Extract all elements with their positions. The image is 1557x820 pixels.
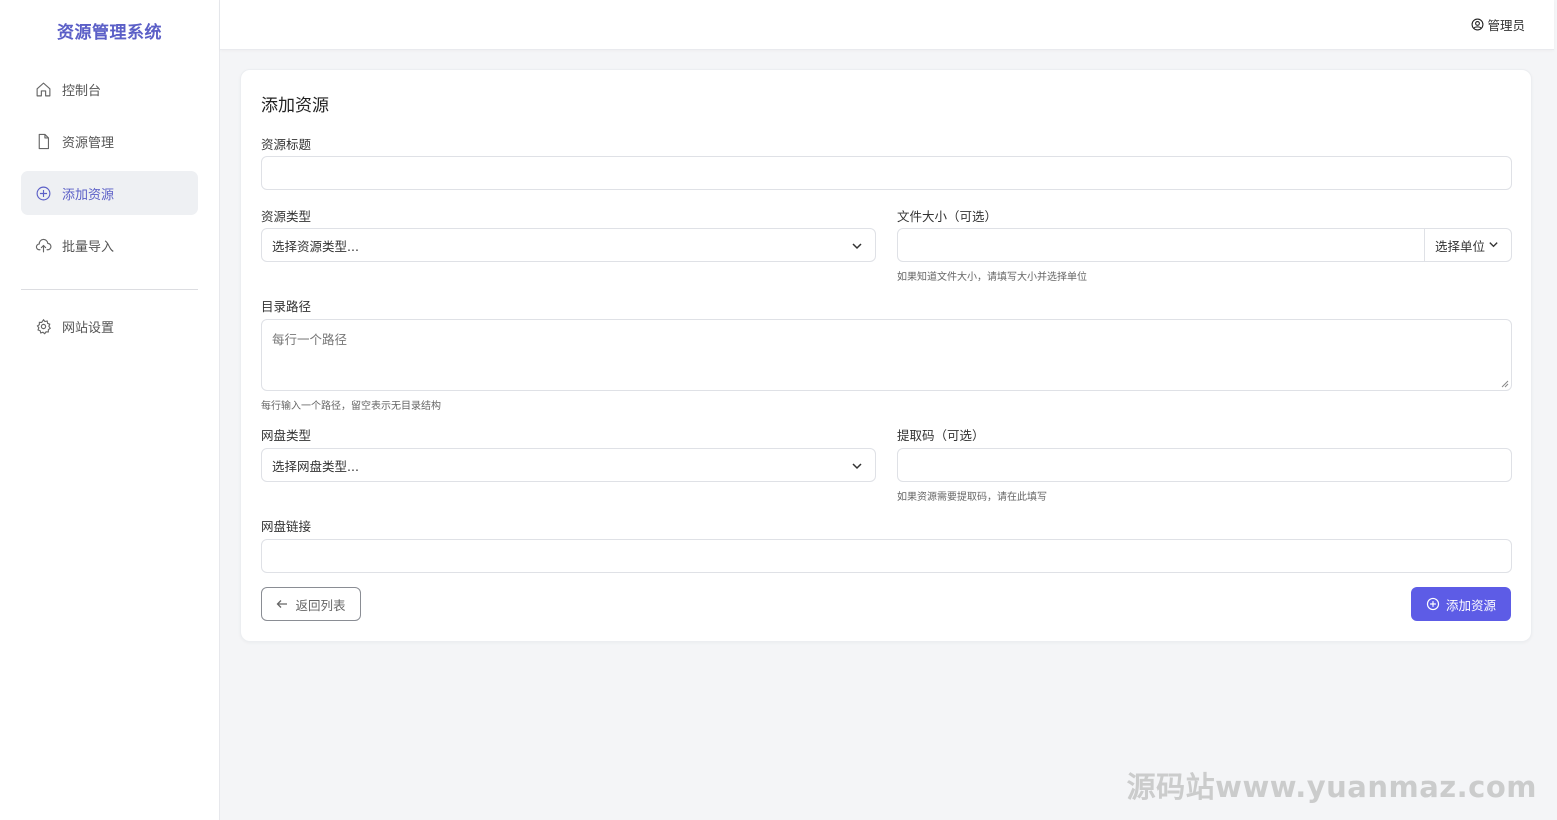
resource-type-select[interactable]: 选择资源类型... [261,228,876,262]
sidebar-item-label: 网站设置 [62,320,115,336]
directory-path-label: 目录路径 [261,299,312,314]
disk-link-input[interactable] [261,539,1512,573]
sidebar-item-dashboard[interactable]: 控制台 [21,67,198,111]
add-button-label: 添加资源 [1445,597,1496,613]
back-button-label: 返回列表 [295,597,346,613]
resource-title-input[interactable] [261,156,1512,190]
sidebar: 资源管理系统 控制台 资源管理 添加资源 批量导入 网站设置 [0,0,220,820]
sidebar-item-batch-import[interactable]: 批量导入 [21,223,198,267]
extract-code-label: 提取码（可选） [897,428,985,443]
disk-link-label: 网盘链接 [261,519,312,534]
sidebar-item-label: 控制台 [62,83,102,99]
home-icon [34,80,52,98]
directory-path-textarea[interactable]: 每行一个路径 [261,319,1512,391]
sidebar-item-resource-management[interactable]: 资源管理 [21,119,198,163]
chevron-down-icon [852,243,862,250]
sidebar-item-label: 资源管理 [62,135,115,151]
sidebar-item-label: 批量导入 [62,239,115,255]
extract-code-help: 如果资源需要提取码，请在此填写 [897,492,1047,503]
arrow-left-icon [277,600,288,608]
disk-type-select[interactable]: 选择网盘类型... [261,448,876,482]
page-title: 添加资源 [261,96,329,116]
app-title: 资源管理系统 [57,22,162,43]
gear-icon [34,317,52,335]
add-resource-button[interactable]: 添加资源 [1411,587,1511,621]
sidebar-item-label: 添加资源 [62,187,115,203]
watermark: 源码站www.yuanmaz.com [1126,770,1537,804]
cloud-upload-icon [34,236,52,254]
chevron-down-icon [852,463,862,470]
file-size-help: 如果知道文件大小，请填写大小并选择单位 [897,272,1087,283]
top-bar: 管理员 [220,0,1554,50]
sidebar-nav: 控制台 资源管理 添加资源 批量导入 网站设置 [0,67,219,348]
add-resource-card: 添加资源 资源标题 资源类型 选择资源类型... 文件大小（可选） 选择单位 如… [240,69,1532,642]
user-name: 管理员 [1487,18,1525,33]
directory-path-help: 每行输入一个路径，留空表示无目录结构 [261,401,441,412]
sidebar-item-site-settings[interactable]: 网站设置 [21,304,198,348]
file-size-group: 选择单位 [897,228,1512,262]
file-icon [34,132,52,150]
disk-type-value: 选择网盘类型... [272,458,359,474]
resize-handle-icon[interactable] [1501,380,1509,388]
file-size-unit-select[interactable]: 选择单位 [1424,229,1511,261]
plus-circle-icon [34,184,52,202]
resource-type-label: 资源类型 [261,209,312,224]
resource-title-label: 资源标题 [261,137,312,152]
sidebar-divider [21,289,198,290]
back-to-list-button[interactable]: 返回列表 [261,587,361,621]
chevron-down-icon [1489,242,1498,248]
directory-path-placeholder: 每行一个路径 [272,332,348,347]
user-circle-icon [1472,18,1484,31]
plus-circle-icon [1426,597,1440,611]
file-size-label: 文件大小（可选） [897,209,998,224]
disk-type-label: 网盘类型 [261,428,312,443]
sidebar-item-add-resource[interactable]: 添加资源 [21,171,198,215]
resource-type-value: 选择资源类型... [272,238,359,254]
user-menu[interactable]: 管理员 [1471,15,1525,34]
file-size-unit-value: 选择单位 [1435,238,1486,254]
extract-code-input[interactable] [897,448,1512,482]
